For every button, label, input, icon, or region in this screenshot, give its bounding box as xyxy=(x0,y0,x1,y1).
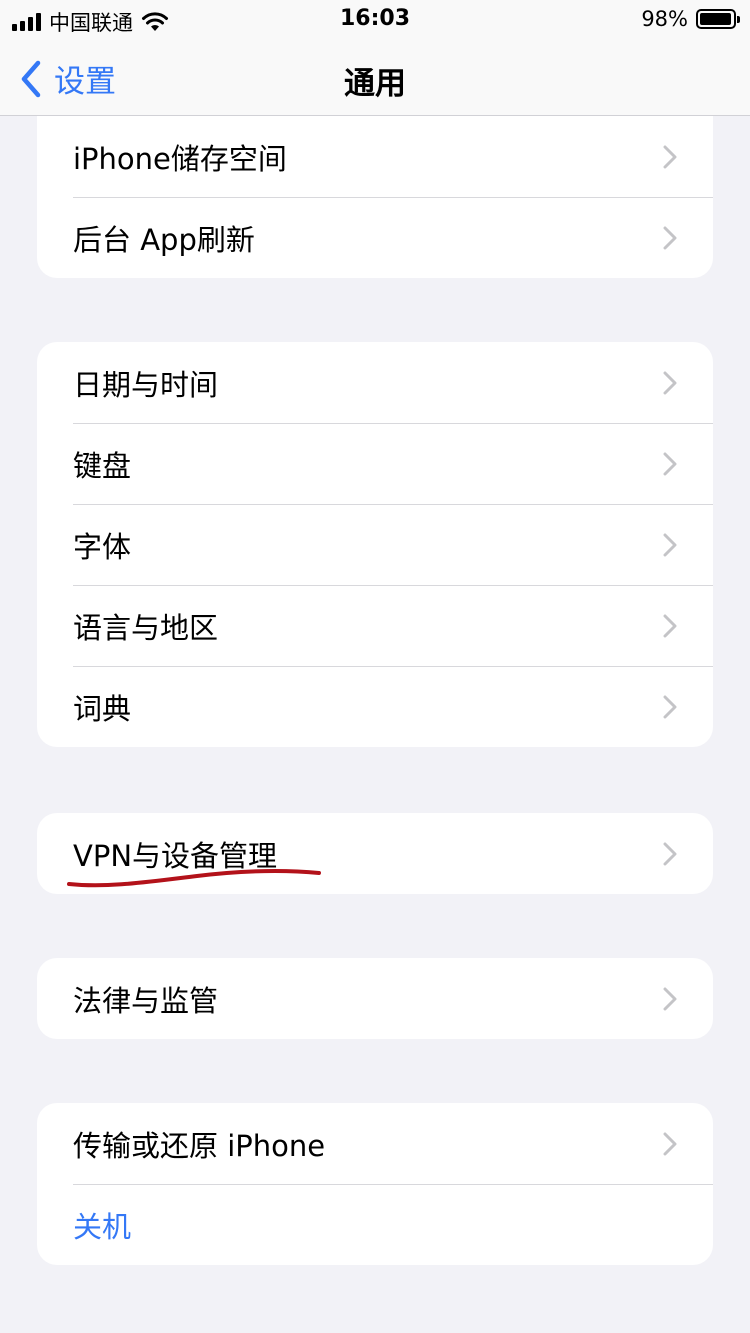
row-background-app-refresh[interactable]: 后台 App刷新 xyxy=(37,197,713,278)
status-time: 16:03 xyxy=(339,6,411,31)
row-keyboard[interactable]: 键盘 xyxy=(37,423,713,504)
battery-icon xyxy=(696,9,740,29)
chevron-right-icon xyxy=(663,533,677,557)
row-label: 后台 App刷新 xyxy=(73,222,255,257)
row-label: 字体 xyxy=(73,529,132,564)
row-label: iPhone储存空间 xyxy=(73,141,287,176)
row-transfer-reset-iphone[interactable]: 传输或还原 iPhone xyxy=(37,1103,713,1184)
status-bar: 中国联通 16:03 98% xyxy=(0,0,750,40)
battery-percent: 98% xyxy=(641,7,688,31)
row-label: 语言与地区 xyxy=(73,610,219,645)
chevron-right-icon xyxy=(663,371,677,395)
chevron-right-icon xyxy=(663,452,677,476)
row-vpn-device-management[interactable]: VPN与设备管理 xyxy=(37,813,713,894)
row-fonts[interactable]: 字体 xyxy=(37,504,713,585)
status-right: 98% xyxy=(641,7,740,31)
settings-group-legal: 法律与监管 xyxy=(37,958,713,1039)
row-iphone-storage[interactable]: iPhone储存空间 xyxy=(37,116,713,197)
chevron-right-icon xyxy=(663,842,677,866)
row-label: VPN与设备管理 xyxy=(73,838,278,873)
row-label: 词典 xyxy=(73,691,132,726)
row-legal-regulatory[interactable]: 法律与监管 xyxy=(37,958,713,1039)
row-label: 法律与监管 xyxy=(73,983,219,1018)
chevron-right-icon xyxy=(663,145,677,169)
settings-group-vpn: VPN与设备管理 xyxy=(37,813,713,894)
row-label: 日期与时间 xyxy=(73,367,219,402)
settings-group-reset: 传输或还原 iPhone 关机 xyxy=(37,1103,713,1265)
shut-down-button[interactable]: 关机 xyxy=(37,1184,713,1265)
row-dictionary[interactable]: 词典 xyxy=(37,666,713,747)
row-label: 关机 xyxy=(73,1209,132,1244)
row-language-region[interactable]: 语言与地区 xyxy=(37,585,713,666)
chevron-right-icon xyxy=(663,987,677,1011)
chevron-right-icon xyxy=(663,226,677,250)
settings-group-locale: 日期与时间 键盘 字体 语言与地区 词典 xyxy=(37,342,713,747)
chevron-right-icon xyxy=(663,695,677,719)
settings-group-storage: iPhone储存空间 后台 App刷新 xyxy=(37,116,713,278)
chevron-right-icon xyxy=(663,1132,677,1156)
page-title: 通用 xyxy=(344,66,406,102)
battery-fill xyxy=(700,13,732,25)
row-label: 键盘 xyxy=(73,448,132,483)
row-date-time[interactable]: 日期与时间 xyxy=(37,342,713,423)
chevron-right-icon xyxy=(663,614,677,638)
navigation-bar: 设置 通用 xyxy=(0,40,750,116)
row-label: 传输或还原 iPhone xyxy=(73,1128,326,1163)
